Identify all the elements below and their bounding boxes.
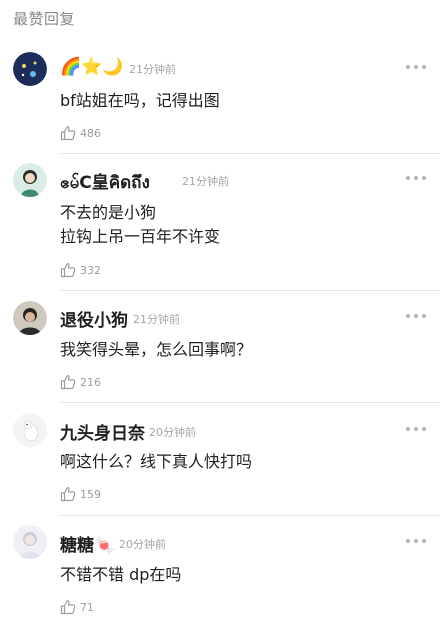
- comment-text: 拉钩上吊一百年不许变: [60, 227, 221, 246]
- comment-text: 不去的是小狗: [60, 203, 157, 222]
- comment-time: 21分钟前: [129, 63, 176, 76]
- comment-time: 20分钟前: [149, 426, 196, 439]
- divider: [60, 153, 440, 154]
- comment-text: 我笑得头晕，怎么回事啊？: [60, 340, 253, 359]
- comment-text: bf站姐在吗，记得出图: [60, 91, 220, 110]
- more-options-icon[interactable]: [406, 63, 426, 71]
- thumbs-up-icon: [60, 487, 76, 502]
- more-options-icon[interactable]: [406, 174, 426, 182]
- more-options-icon[interactable]: [406, 425, 426, 433]
- username[interactable]: ဧမ်C皇คิดถึง: [60, 168, 150, 197]
- avatar[interactable]: [13, 301, 47, 335]
- divider: [60, 402, 440, 403]
- comment-time: 20分钟前: [119, 538, 166, 551]
- more-options-icon[interactable]: [406, 537, 426, 545]
- avatar[interactable]: [13, 52, 47, 86]
- thumbs-up-icon: [60, 375, 76, 390]
- username[interactable]: 🌈⭐🌙: [60, 57, 124, 77]
- like-count: 216: [80, 375, 101, 389]
- divider: [60, 290, 440, 291]
- like-button[interactable]: 332: [60, 261, 101, 279]
- avatar[interactable]: [13, 525, 47, 559]
- comment-text: 不错不错 dp在吗: [60, 565, 182, 584]
- like-button[interactable]: 71: [60, 598, 94, 616]
- like-count: 486: [80, 126, 101, 140]
- username[interactable]: 退役小狗: [60, 306, 128, 331]
- like-button[interactable]: 216: [60, 373, 101, 391]
- thumbs-up-icon: [60, 126, 76, 141]
- avatar[interactable]: [13, 163, 47, 197]
- like-count: 71: [80, 600, 94, 614]
- username[interactable]: 九头身日奈: [60, 419, 145, 444]
- username[interactable]: 糖糖🍬: [60, 531, 115, 556]
- comment-time: 21分钟前: [182, 175, 229, 188]
- thumbs-up-icon: [60, 263, 76, 278]
- comment-text: 啊这什么？线下真人快打吗: [60, 452, 253, 471]
- like-button[interactable]: 159: [60, 485, 101, 503]
- divider: [60, 515, 440, 516]
- more-options-icon[interactable]: [406, 312, 426, 320]
- section-title: 最赞回复: [13, 10, 76, 28]
- like-count: 332: [80, 263, 101, 277]
- like-button[interactable]: 486: [60, 124, 101, 142]
- comment-time: 21分钟前: [133, 313, 180, 326]
- avatar[interactable]: [13, 413, 47, 447]
- thumbs-up-icon: [60, 600, 76, 615]
- like-count: 159: [80, 487, 101, 501]
